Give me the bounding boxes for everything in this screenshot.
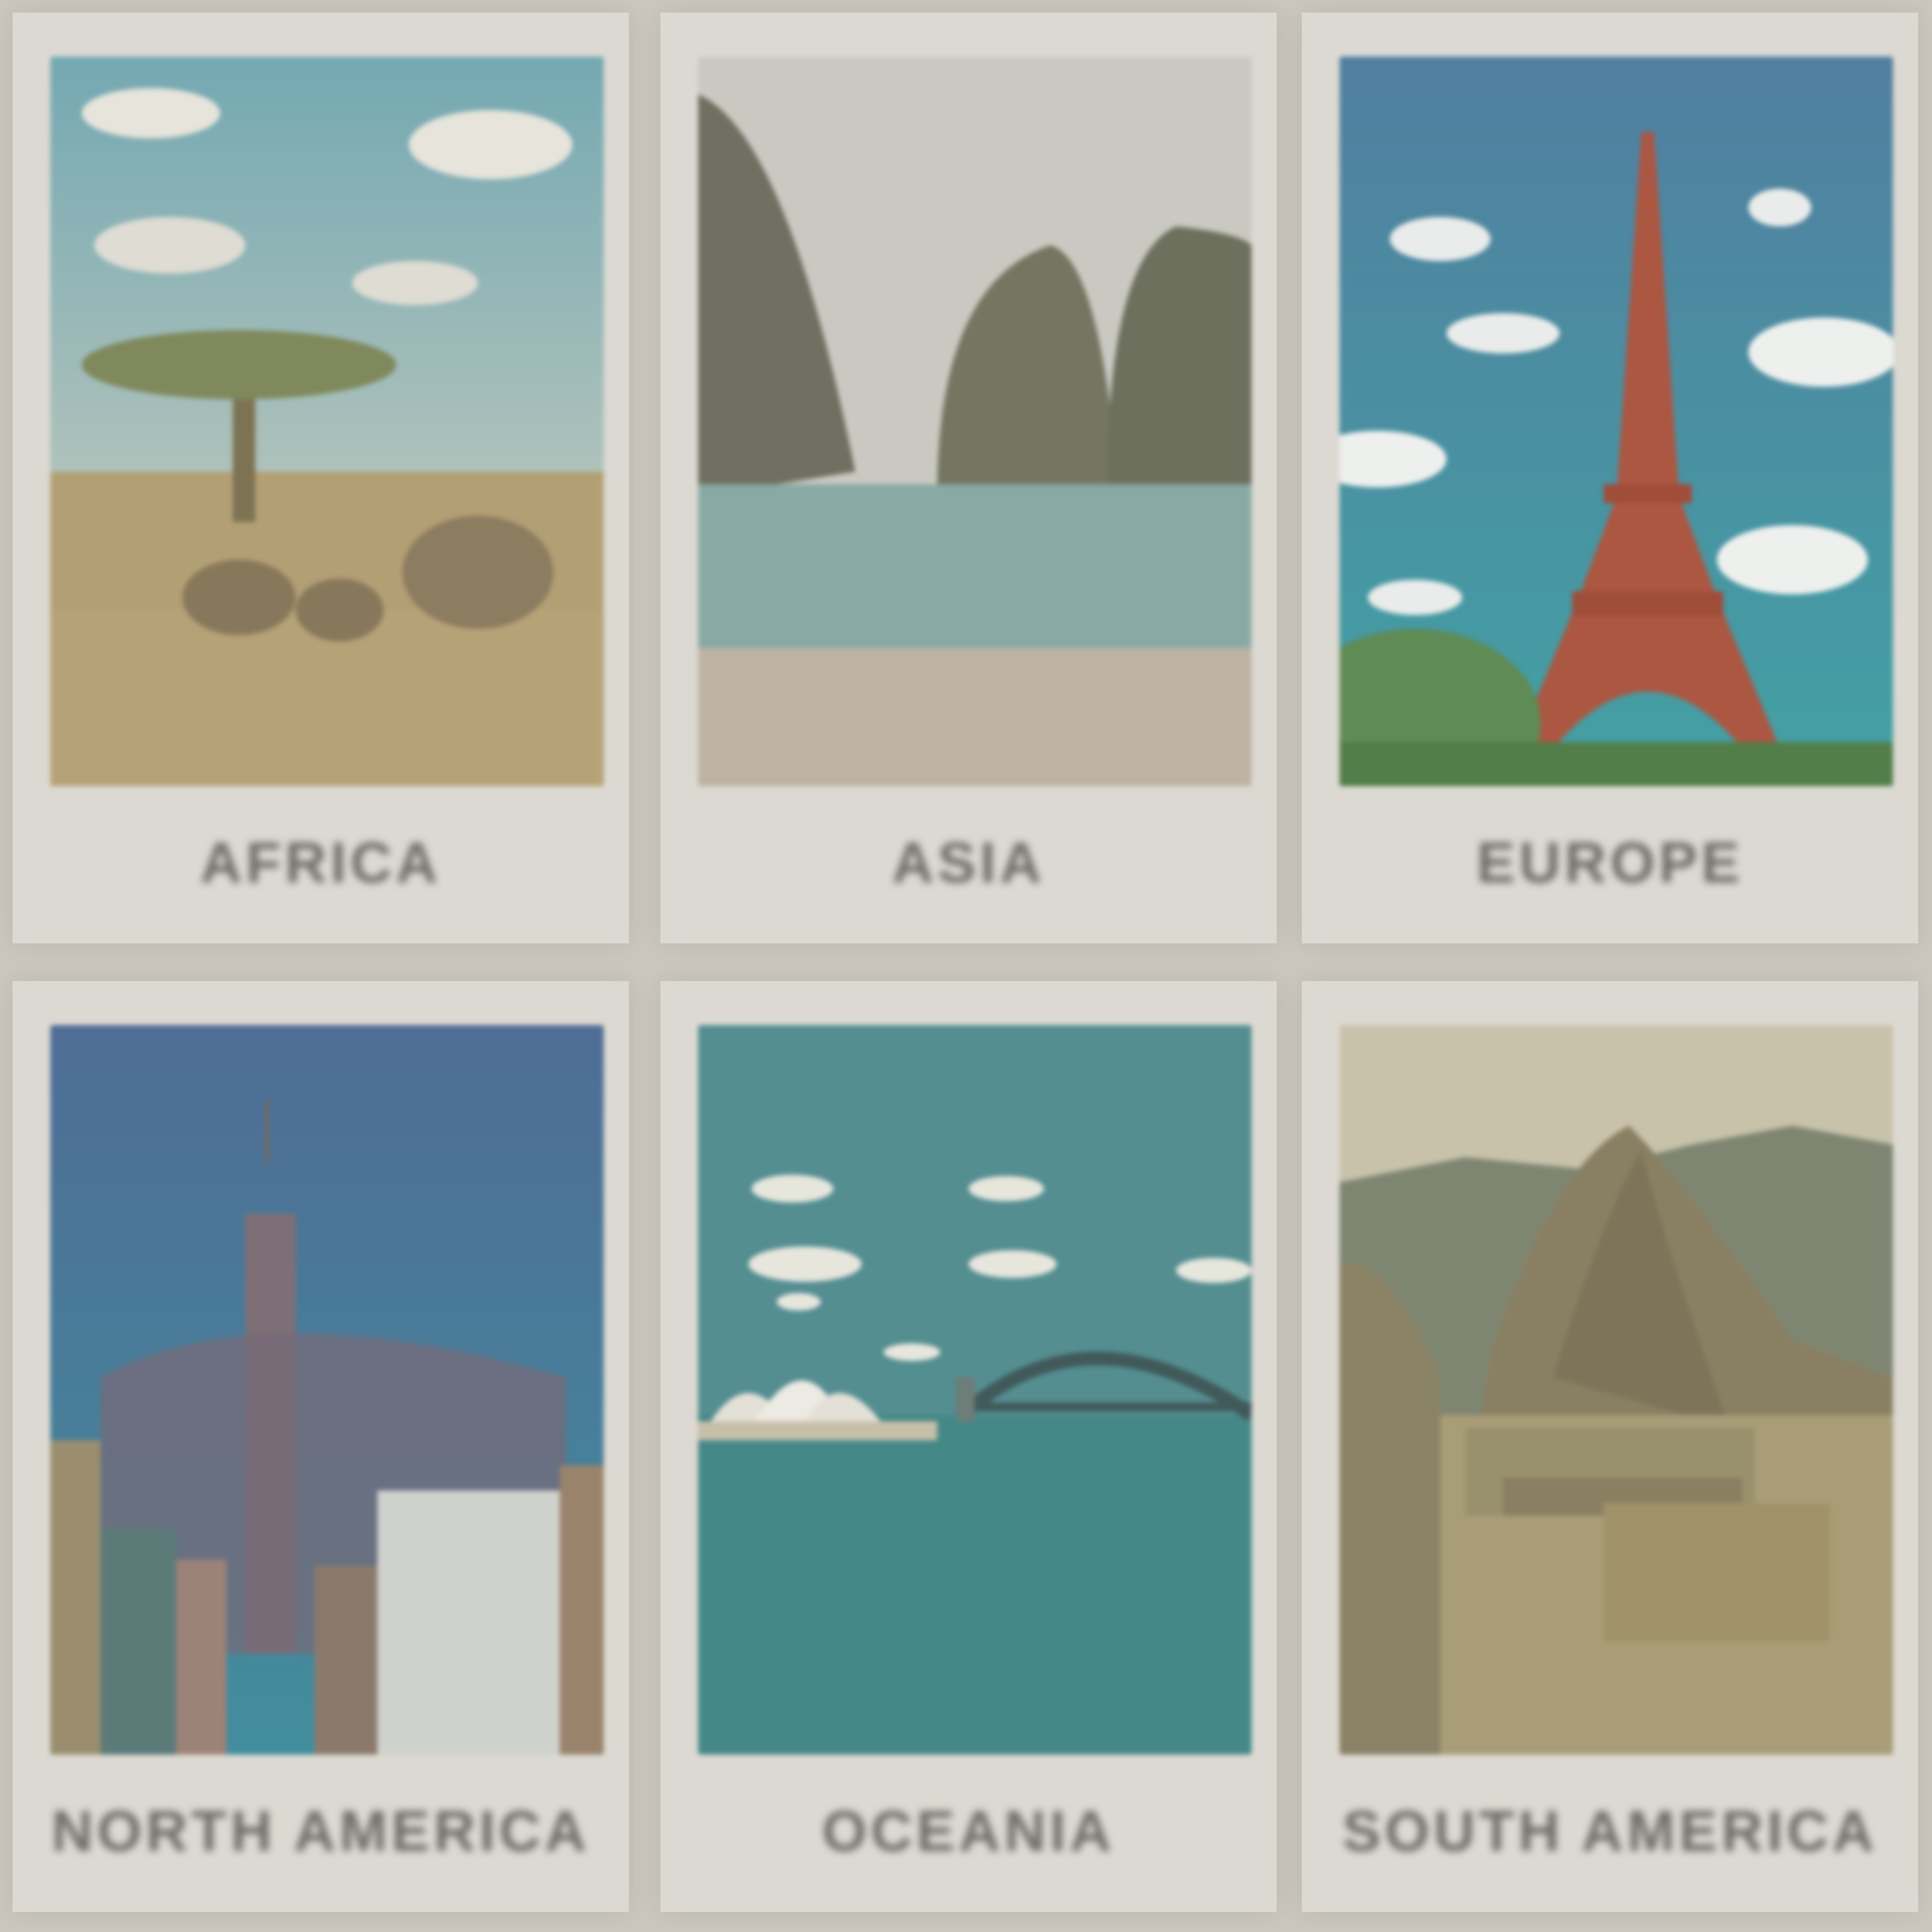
continent-label: SOUTH AMERICA <box>1342 1799 1878 1863</box>
continent-card-oceania[interactable]: OCEANIA <box>660 981 1277 1912</box>
continent-card-europe[interactable]: EUROPE <box>1302 13 1918 943</box>
continent-label: OCEANIA <box>821 1799 1116 1863</box>
continent-label: EUROPE <box>1476 831 1744 895</box>
continent-label: ASIA <box>892 831 1045 895</box>
continent-card-asia[interactable]: ASIA <box>660 13 1277 943</box>
eiffel-tower-image <box>1340 57 1893 786</box>
continent-card-africa[interactable]: AFRICA <box>13 13 629 943</box>
sydney-opera-house-harbour-bridge-image <box>698 1025 1252 1755</box>
continent-card-north-america[interactable]: NORTH AMERICA <box>13 981 629 1912</box>
continent-label: AFRICA <box>200 831 441 895</box>
savanna-acacia-elephants-image <box>50 57 604 786</box>
new-york-skyline-image <box>50 1025 604 1755</box>
continent-label: NORTH AMERICA <box>51 1799 591 1863</box>
continent-grid: AFRICA ASIA EUROPE NORTH AMERICA OCEANIA… <box>0 0 1932 1932</box>
machu-picchu-image <box>1340 1025 1893 1755</box>
continent-card-south-america[interactable]: SOUTH AMERICA <box>1302 981 1918 1912</box>
limestone-cliffs-lagoon-image <box>698 57 1252 786</box>
